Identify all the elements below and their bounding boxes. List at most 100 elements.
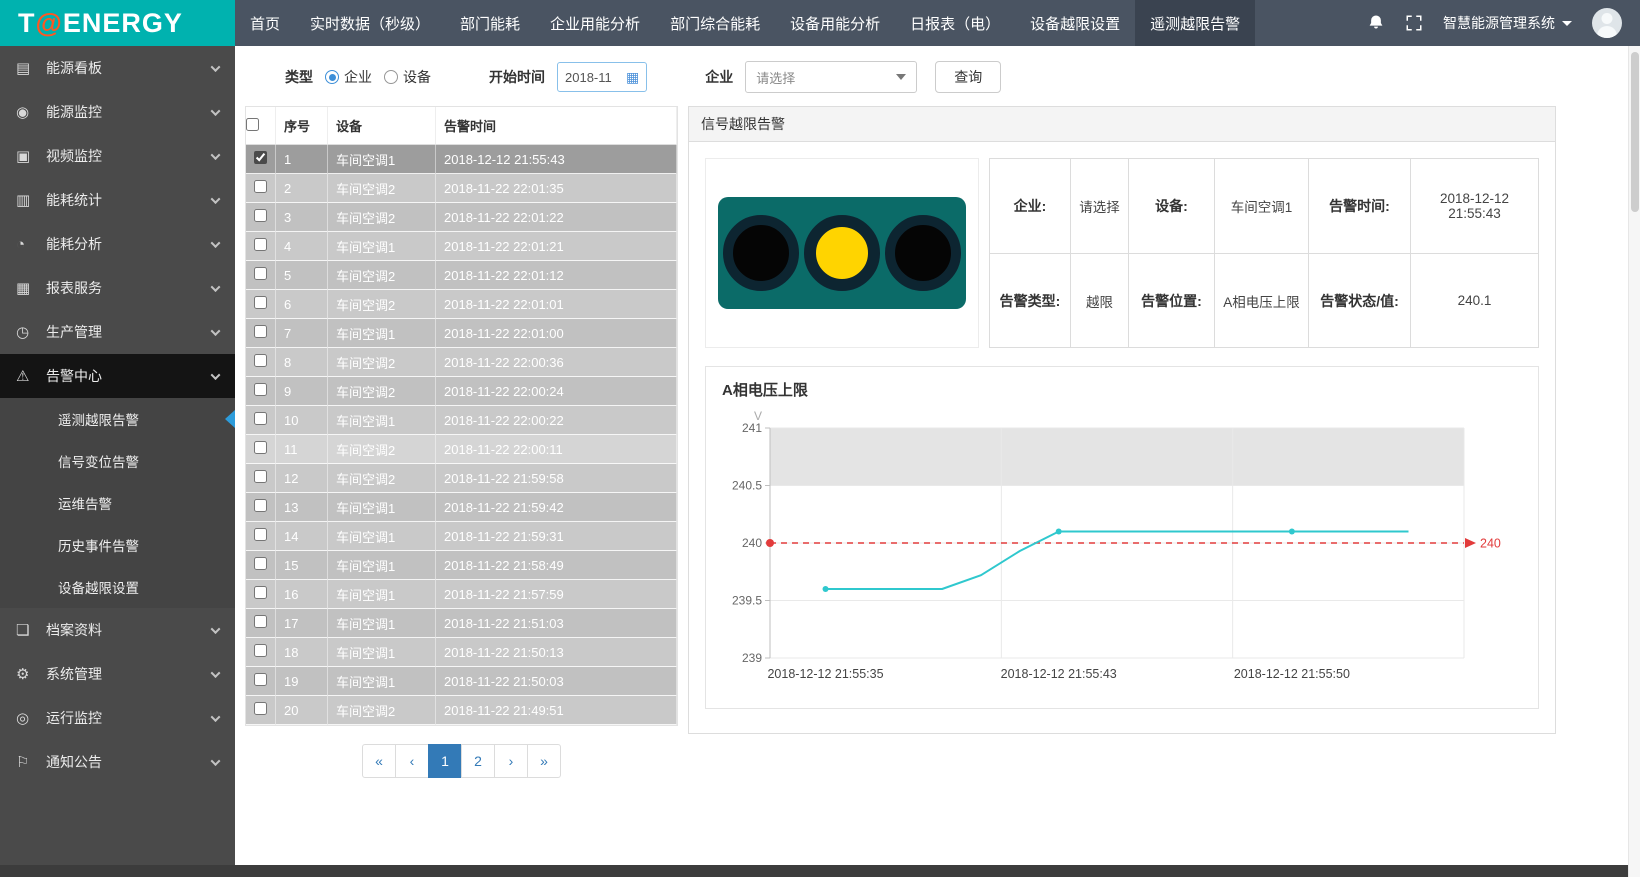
sidebar-subitem[interactable]: 历史事件告警 bbox=[0, 524, 235, 566]
query-button[interactable]: 查询 bbox=[935, 61, 1001, 93]
alarm-row[interactable]: 3车间空调22018-11-22 22:01:22 bbox=[246, 203, 677, 232]
alarm-row[interactable]: 14车间空调12018-11-22 21:59:31 bbox=[246, 522, 677, 551]
alarm-row[interactable]: 17车间空调12018-11-22 21:51:03 bbox=[246, 609, 677, 638]
row-checkbox[interactable] bbox=[254, 673, 267, 686]
topnav-item[interactable]: 首页 bbox=[235, 0, 295, 46]
sidebar-item[interactable]: ⚙系统管理 bbox=[0, 652, 235, 696]
sidebar-item-label: 视频监控 bbox=[46, 146, 212, 166]
select-all-checkbox[interactable] bbox=[246, 118, 259, 131]
field-value-company: 请选择 bbox=[1070, 159, 1128, 253]
sidebar-item[interactable]: ◷生产管理 bbox=[0, 310, 235, 354]
sidebar-item[interactable]: ▤能源看板 bbox=[0, 46, 235, 90]
sidebar-item[interactable]: ◉能源监控 bbox=[0, 90, 235, 134]
alarm-row[interactable]: 10车间空调12018-11-22 22:00:22 bbox=[246, 406, 677, 435]
radio-device-control[interactable] bbox=[384, 70, 398, 84]
alarm-row[interactable]: 13车间空调12018-11-22 21:59:42 bbox=[246, 493, 677, 522]
row-checkbox[interactable] bbox=[254, 325, 267, 338]
row-checkbox[interactable] bbox=[254, 354, 267, 367]
row-checkbox[interactable] bbox=[254, 383, 267, 396]
fullscreen-icon[interactable] bbox=[1405, 14, 1423, 32]
sidebar-item[interactable]: ▥能耗统计 bbox=[0, 178, 235, 222]
alarm-row[interactable]: 9车间空调22018-11-22 22:00:24 bbox=[246, 377, 677, 406]
row-checkbox[interactable] bbox=[254, 180, 267, 193]
topnav-item[interactable]: 设备越限设置 bbox=[1015, 0, 1135, 46]
cell-device: 车间空调1 bbox=[328, 609, 436, 638]
radio-option-company[interactable]: 企业 bbox=[325, 67, 372, 87]
sidebar-subitem[interactable]: 运维告警 bbox=[0, 482, 235, 524]
row-checkbox[interactable] bbox=[254, 238, 267, 251]
row-checkbox[interactable] bbox=[254, 151, 267, 164]
page-button[interactable]: 1 bbox=[428, 744, 462, 778]
radio-company-control[interactable] bbox=[325, 70, 339, 84]
alarm-row[interactable]: 18车间空调12018-11-22 21:50:13 bbox=[246, 638, 677, 667]
page-button[interactable]: 2 bbox=[461, 744, 495, 778]
cell-alarm-time: 2018-11-22 21:50:03 bbox=[436, 667, 677, 696]
alarm-row[interactable]: 1车间空调12018-12-12 21:55:43 bbox=[246, 145, 677, 174]
sidebar-item[interactable]: ⚐通知公告 bbox=[0, 740, 235, 784]
radio-option-device[interactable]: 设备 bbox=[384, 67, 431, 87]
alarm-row[interactable]: 6车间空调22018-11-22 22:01:01 bbox=[246, 290, 677, 319]
topnav-item[interactable]: 日报表（电） bbox=[895, 0, 1015, 46]
topnav-item[interactable]: 企业用能分析 bbox=[535, 0, 655, 46]
row-checkbox[interactable] bbox=[254, 528, 267, 541]
alarm-row[interactable]: 5车间空调22018-11-22 22:01:12 bbox=[246, 261, 677, 290]
voltage-line-chart: 239239.5240240.5241V2018-12-12 21:55:352… bbox=[720, 400, 1524, 700]
row-checkbox-cell bbox=[246, 319, 276, 348]
page-scrollbar[interactable] bbox=[1628, 46, 1640, 877]
notification-bell-icon[interactable] bbox=[1367, 14, 1385, 32]
start-time-input[interactable] bbox=[565, 70, 621, 85]
sidebar-subitem[interactable]: 设备越限设置 bbox=[0, 566, 235, 608]
row-checkbox[interactable] bbox=[254, 557, 267, 570]
chevron-down-icon bbox=[1562, 21, 1572, 26]
cell-device: 车间空调1 bbox=[328, 522, 436, 551]
user-avatar[interactable] bbox=[1592, 8, 1622, 38]
topnav-item[interactable]: 遥测越限告警 bbox=[1135, 0, 1255, 46]
alarm-row[interactable]: 20车间空调22018-11-22 21:49:51 bbox=[246, 696, 677, 725]
row-checkbox[interactable] bbox=[254, 586, 267, 599]
row-checkbox[interactable] bbox=[254, 499, 267, 512]
cell-alarm-time: 2018-11-22 22:01:21 bbox=[436, 232, 677, 261]
row-checkbox[interactable] bbox=[254, 615, 267, 628]
sidebar-item[interactable]: ⚠告警中心 bbox=[0, 354, 235, 398]
sidebar-subitem[interactable]: 信号变位告警 bbox=[0, 440, 235, 482]
row-checkbox[interactable] bbox=[254, 441, 267, 454]
alarm-row[interactable]: 2车间空调22018-11-22 22:01:35 bbox=[246, 174, 677, 203]
page-button[interactable]: ‹ bbox=[395, 744, 429, 778]
sidebar-item[interactable]: ▣视频监控 bbox=[0, 134, 235, 178]
page-button[interactable]: › bbox=[494, 744, 528, 778]
scrollbar-thumb[interactable] bbox=[1631, 52, 1639, 212]
alarm-row[interactable]: 19车间空调12018-11-22 21:50:03 bbox=[246, 667, 677, 696]
topnav-item[interactable]: 部门能耗 bbox=[445, 0, 535, 46]
topnav-item[interactable]: 部门综合能耗 bbox=[655, 0, 775, 46]
sidebar-item-label: 告警中心 bbox=[46, 366, 212, 386]
row-checkbox[interactable] bbox=[254, 412, 267, 425]
alarm-row[interactable]: 4车间空调12018-11-22 22:01:21 bbox=[246, 232, 677, 261]
row-checkbox[interactable] bbox=[254, 267, 267, 280]
alarm-row[interactable]: 7车间空调12018-11-22 22:01:00 bbox=[246, 319, 677, 348]
row-checkbox[interactable] bbox=[254, 296, 267, 309]
row-checkbox[interactable] bbox=[254, 470, 267, 483]
page-button[interactable]: « bbox=[362, 744, 396, 778]
topnav-item[interactable]: 设备用能分析 bbox=[775, 0, 895, 46]
cell-index: 20 bbox=[276, 696, 328, 725]
system-name-menu[interactable]: 智慧能源管理系统 bbox=[1443, 13, 1572, 33]
row-checkbox[interactable] bbox=[254, 702, 267, 715]
sidebar-subitem[interactable]: 遥测越限告警 bbox=[0, 398, 235, 440]
panel-title: 信号越限告警 bbox=[688, 106, 1556, 142]
sidebar-item[interactable]: ◔能耗分析 bbox=[0, 222, 235, 266]
topnav-item[interactable]: 实时数据（秒级） bbox=[295, 0, 445, 46]
sidebar-item[interactable]: ▦报表服务 bbox=[0, 266, 235, 310]
calendar-icon[interactable]: ▦ bbox=[626, 69, 639, 86]
alarm-row[interactable]: 16车间空调12018-11-22 21:57:59 bbox=[246, 580, 677, 609]
row-checkbox[interactable] bbox=[254, 209, 267, 222]
alarm-row[interactable]: 15车间空调12018-11-22 21:58:49 bbox=[246, 551, 677, 580]
row-checkbox[interactable] bbox=[254, 644, 267, 657]
alarm-row[interactable]: 12车间空调22018-11-22 21:59:58 bbox=[246, 464, 677, 493]
sidebar-item[interactable]: ❏档案资料 bbox=[0, 608, 235, 652]
alarm-row[interactable]: 8车间空调22018-11-22 22:00:36 bbox=[246, 348, 677, 377]
sidebar-item[interactable]: ◎运行监控 bbox=[0, 696, 235, 740]
chevron-down-icon bbox=[211, 624, 221, 634]
company-select[interactable]: 请选择 bbox=[745, 61, 917, 93]
page-button[interactable]: » bbox=[527, 744, 561, 778]
alarm-row[interactable]: 11车间空调22018-11-22 22:00:11 bbox=[246, 435, 677, 464]
